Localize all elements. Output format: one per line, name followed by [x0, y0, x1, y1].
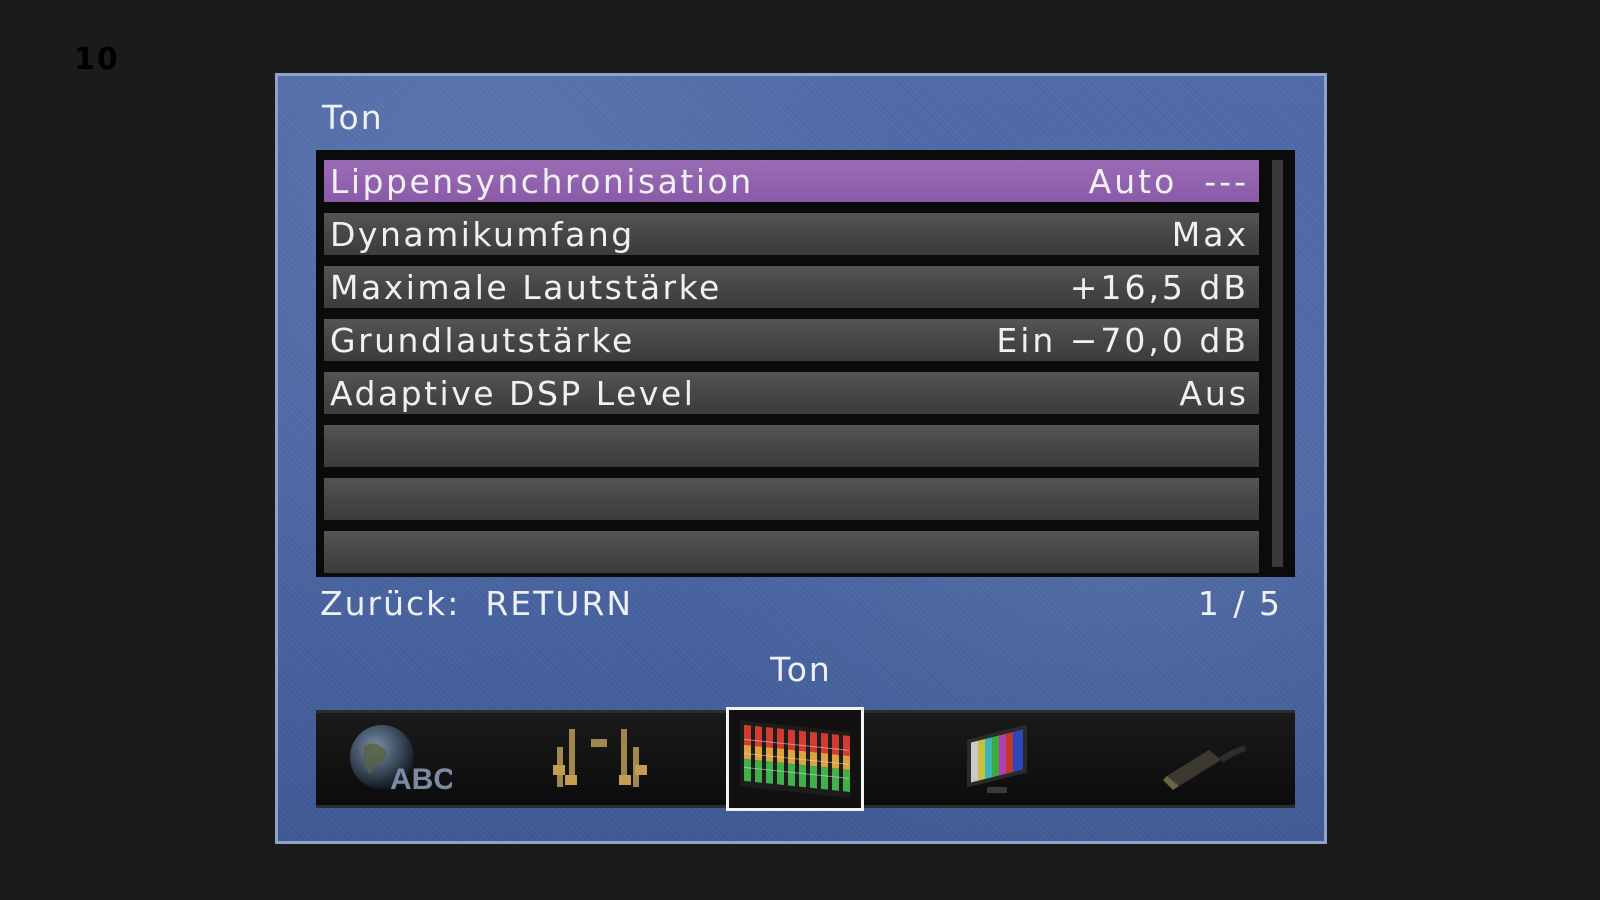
page-indicator: 1 / 5 — [1197, 584, 1282, 623]
channel-number: 10 — [74, 42, 120, 77]
setting-value: +16,5 dB — [1069, 267, 1249, 307]
category-speaker-setup[interactable] — [530, 713, 668, 805]
setting-row-adaptive-dsp[interactable]: Adaptive DSP Level Aus — [324, 372, 1259, 414]
setting-row-startup-volume[interactable]: Grundlautstärke Ein −70,0 dB — [324, 319, 1259, 361]
empty-row — [324, 531, 1259, 573]
back-hint: Zurück: RETURN — [320, 584, 634, 623]
setting-label: Grundlautstärke — [330, 320, 635, 360]
hdmi-cable-icon — [1163, 745, 1246, 790]
setting-value: Max — [1171, 214, 1249, 254]
setting-row-dynamic-range[interactable]: Dynamikumfang Max — [324, 213, 1259, 255]
setting-row-max-volume[interactable]: Maximale Lautstärke +16,5 dB — [324, 266, 1259, 308]
settings-list: Lippensynchronisation Auto --- Dynamikum… — [316, 150, 1295, 577]
screen: 10 Ton Lippensynchronisation Auto --- Dy… — [0, 0, 1600, 900]
menu-title: Ton — [322, 98, 384, 137]
setting-label: Maximale Lautstärke — [330, 267, 722, 307]
language-globe-icon: ABC — [350, 725, 452, 796]
setting-label: Adaptive DSP Level — [330, 373, 696, 413]
language-icon-text: ABC — [390, 763, 452, 796]
display-color-bars-icon — [967, 724, 1027, 793]
empty-row — [324, 425, 1259, 467]
setting-value: Ein −70,0 dB — [996, 320, 1249, 360]
category-video[interactable] — [929, 713, 1067, 805]
category-hdmi[interactable] — [1130, 713, 1268, 805]
category-icon-bar: ABC — [316, 707, 1295, 811]
speaker-setup-icon — [553, 729, 647, 787]
setting-label: Dynamikumfang — [330, 214, 635, 254]
setup-menu-panel: Ton Lippensynchronisation Auto --- Dynam… — [275, 73, 1327, 844]
category-language[interactable]: ABC — [328, 713, 466, 805]
list-scrollbar[interactable] — [1272, 160, 1283, 567]
menu-footer: Zurück: RETURN 1 / 5 — [320, 584, 1282, 623]
setting-value: Aus — [1179, 373, 1249, 413]
empty-row — [324, 478, 1259, 520]
setting-row-lip-sync[interactable]: Lippensynchronisation Auto --- — [324, 160, 1259, 202]
setting-value: Auto --- — [1088, 161, 1249, 201]
setting-label: Lippensynchronisation — [330, 161, 754, 201]
category-label: Ton — [770, 650, 832, 689]
category-sound[interactable] — [726, 707, 864, 811]
sound-equalizer-icon — [740, 720, 850, 798]
